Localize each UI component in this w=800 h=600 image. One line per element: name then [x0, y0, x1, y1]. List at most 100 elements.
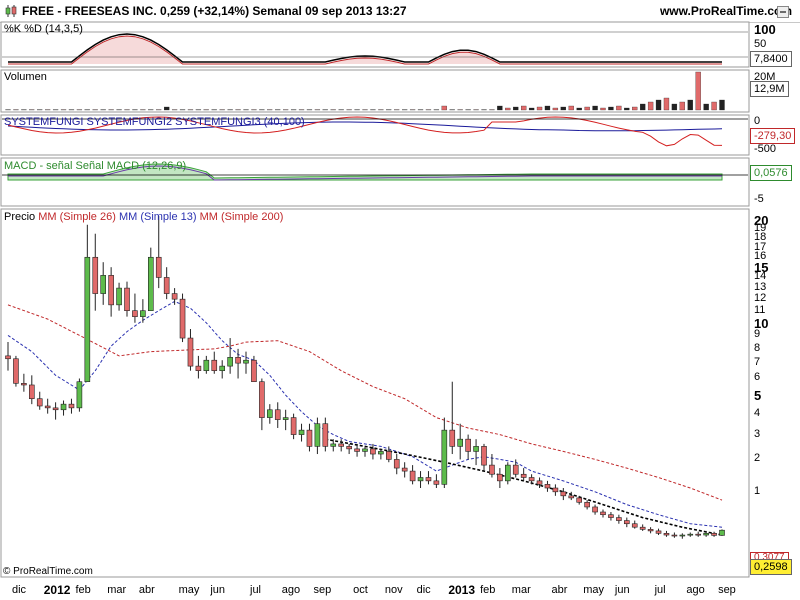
- volume-bar: [608, 106, 614, 111]
- candle-body: [322, 423, 329, 447]
- volume-bar: [164, 106, 170, 111]
- time-tick-label: jun: [614, 584, 630, 596]
- candle-body: [433, 480, 440, 485]
- fungi-tick-500: -500: [754, 143, 777, 155]
- volume-bar: [513, 106, 519, 111]
- candle-body: [124, 287, 130, 311]
- volume-bar: [671, 103, 678, 111]
- fungi-tick-0: 0: [754, 115, 761, 127]
- candle-body: [639, 526, 646, 530]
- candle-body: [28, 384, 35, 400]
- volume-bar: [528, 107, 535, 111]
- price-tick-label: 8: [754, 341, 761, 354]
- candle-body: [290, 417, 297, 435]
- candle-body: [600, 511, 606, 516]
- volume-bar: [640, 103, 646, 111]
- candle-body: [251, 359, 257, 383]
- candle-body: [449, 429, 456, 447]
- candle-body: [195, 365, 202, 371]
- mm200-label: MM (Simple 200): [199, 211, 284, 223]
- candle-body: [259, 381, 265, 418]
- candle-body: [108, 275, 114, 306]
- candle-body: [306, 429, 313, 447]
- volume-bar: [632, 106, 638, 111]
- stoch-tick-100: 100: [754, 22, 776, 37]
- candle: [179, 293, 186, 343]
- time-tick-label: dic: [416, 584, 431, 596]
- candle-body: [584, 501, 590, 508]
- volume-bar: [679, 101, 685, 111]
- candle-body: [671, 534, 678, 537]
- candle-body: [314, 423, 321, 447]
- candle-body: [623, 520, 630, 525]
- candle-body: [338, 443, 345, 447]
- price-tick-label: 9: [754, 328, 761, 341]
- time-tick-label: may: [583, 584, 604, 596]
- candle: [76, 378, 83, 412]
- time-tick-label: oct: [353, 584, 368, 596]
- volume-value: 12,9M: [750, 81, 789, 97]
- time-tick-label: sep: [718, 584, 736, 596]
- price-tick-label: 4: [754, 406, 761, 419]
- stoch-label: %K %D (14,3,5): [4, 23, 83, 35]
- volume-bar: [536, 106, 543, 111]
- candle-body: [695, 533, 702, 536]
- candle-body: [346, 446, 352, 450]
- volume-bar: [552, 107, 559, 111]
- candle-body: [155, 256, 162, 278]
- time-tick-label: jul: [654, 584, 666, 596]
- price-tick-label: 5: [754, 388, 762, 404]
- candle-body: [378, 451, 384, 455]
- volume-bar: [441, 105, 447, 111]
- candle: [148, 247, 154, 311]
- candle-body: [568, 495, 575, 499]
- price-tick-label: 1: [754, 484, 761, 497]
- candle-body: [84, 256, 91, 383]
- candle-body: [409, 470, 416, 482]
- time-tick-label: mar: [511, 584, 531, 596]
- candle: [719, 529, 725, 536]
- price-tick-label: 3: [754, 427, 761, 440]
- candle-body: [266, 409, 273, 418]
- candle-body: [441, 429, 448, 485]
- candle-body: [227, 357, 233, 367]
- price-tick-label: 6: [754, 371, 761, 384]
- candle-body: [5, 355, 11, 360]
- candle-body: [576, 497, 583, 503]
- systemfungi-label: SYSTEMFUNGI SYSTEMFUNGI2 SYSTEMFUNGI3 (4…: [4, 116, 305, 128]
- volume-bar: [544, 105, 551, 111]
- candle-body: [274, 409, 281, 420]
- stoch-value: 7,8400: [750, 51, 792, 67]
- candle-body: [203, 359, 210, 371]
- candle-body: [655, 530, 662, 534]
- candle-body: [520, 473, 527, 478]
- candle-body: [536, 480, 543, 485]
- volume-bar: [655, 99, 662, 111]
- systemfungi-value: -279,30: [750, 128, 796, 144]
- volume-bar: [505, 107, 511, 111]
- candle-body: [21, 383, 27, 386]
- volume-bar: [687, 99, 693, 111]
- price-label-prefix: Precio: [4, 211, 39, 223]
- time-tick-label: ago: [686, 584, 705, 596]
- candle-body: [282, 417, 289, 420]
- mm13-label: MM (Simple 13): [118, 211, 197, 223]
- time-tick-label: feb: [75, 584, 91, 596]
- candle-body: [148, 256, 154, 311]
- time-tick-label: sep: [313, 584, 332, 596]
- candle-body: [687, 533, 694, 536]
- volume-bar: [576, 107, 582, 111]
- volume-bar: [711, 101, 717, 111]
- candle-body: [393, 459, 400, 469]
- candle-body: [385, 451, 392, 460]
- candle: [13, 355, 19, 387]
- time-tick-label: jun: [210, 584, 226, 596]
- price-label: Precio MM (Simple 26) MM (Simple 13) MM …: [4, 211, 283, 223]
- last-price-value: 0,2598: [750, 559, 792, 575]
- candle-body: [60, 403, 67, 411]
- volume-bar: [624, 107, 630, 111]
- volume-bar: [703, 103, 709, 111]
- candle-body: [116, 287, 122, 306]
- candle-body: [92, 256, 99, 294]
- candle-body: [243, 359, 249, 364]
